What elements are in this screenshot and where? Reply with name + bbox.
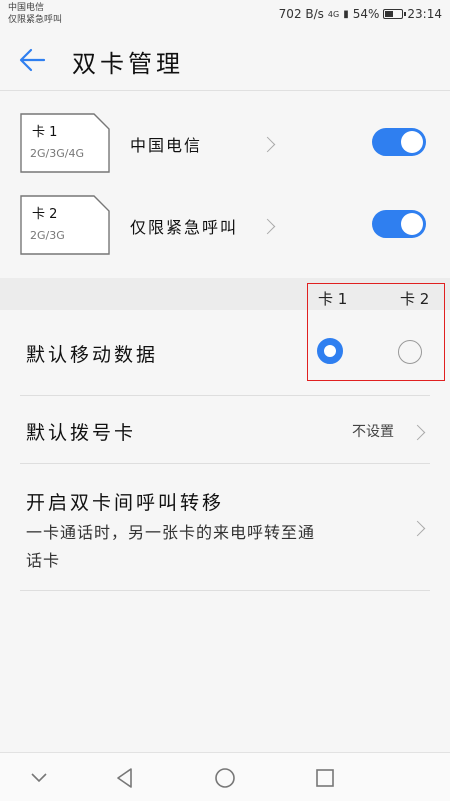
battery-icon: [383, 9, 407, 19]
sim-1-network: 2G/3G/4G: [30, 147, 84, 160]
status-bar: 中国电信 仅限紧急呼叫 702 B/s 4G ▮ 54% 23:14: [0, 0, 450, 30]
navigation-bar: [0, 752, 450, 801]
chevron-right-icon: [259, 136, 276, 153]
title-bar: 双卡管理: [0, 30, 450, 91]
clock: 23:14: [407, 7, 442, 21]
page-title: 双卡管理: [72, 50, 184, 78]
chevron-right-icon: [409, 424, 426, 441]
sim-2-network: 2G/3G: [30, 229, 65, 242]
call-forward-label: 开启双卡间呼叫转移: [26, 492, 225, 514]
network-speed: 702 B/s: [278, 7, 324, 21]
back-arrow-icon: [19, 48, 46, 72]
sim-1-name: 卡 1: [32, 125, 58, 140]
chevron-right-icon: [259, 218, 276, 235]
recents-nav-icon[interactable]: [312, 765, 338, 791]
toggle-knob: [401, 213, 423, 235]
default-dial-row[interactable]: 默认拨号卡 不设置: [0, 396, 450, 462]
call-forward-description: 一卡通话时，另一张卡的来电呼转至通话卡: [26, 523, 316, 570]
carrier-1-text: 中国电信: [8, 3, 45, 13]
sim-2-carrier: 仅限紧急呼叫: [130, 218, 239, 237]
sim-1-toggle[interactable]: [372, 128, 426, 156]
default-data-label: 默认移动数据: [26, 344, 159, 366]
chevron-right-icon: [409, 520, 426, 537]
back-nav-icon[interactable]: [112, 765, 138, 791]
default-dial-label: 默认拨号卡: [26, 422, 137, 444]
sim-card-icon: 卡 1 2G/3G/4G: [20, 113, 110, 173]
home-nav-icon[interactable]: [212, 765, 238, 791]
carrier-2-text: 仅限紧急呼叫: [8, 15, 63, 25]
highlight-box: [307, 283, 445, 381]
sim-2-toggle[interactable]: [372, 210, 426, 238]
default-dial-value: 不设置: [352, 424, 394, 440]
sim-row-1[interactable]: 卡 1 2G/3G/4G 中国电信: [0, 99, 450, 191]
call-forward-row[interactable]: 开启双卡间呼叫转移 一卡通话时，另一张卡的来电呼转至通话卡: [0, 464, 450, 590]
network-type: 4G: [327, 9, 340, 19]
sim-card-icon: 卡 2 2G/3G: [20, 195, 110, 255]
hide-nav-icon[interactable]: [26, 765, 52, 791]
signal-icon: ▮: [343, 8, 349, 20]
sim-row-2[interactable]: 卡 2 2G/3G 仅限紧急呼叫: [0, 181, 450, 273]
sim-1-carrier: 中国电信: [130, 136, 203, 155]
status-icons: 702 B/s 4G ▮ 54% 23:14: [279, 7, 442, 21]
battery-percent: 54%: [352, 7, 380, 21]
carrier-info: 中国电信 仅限紧急呼叫: [8, 2, 62, 26]
divider: [20, 590, 430, 591]
back-button[interactable]: [16, 44, 50, 76]
sim-2-name: 卡 2: [32, 207, 58, 222]
toggle-knob: [401, 131, 423, 153]
